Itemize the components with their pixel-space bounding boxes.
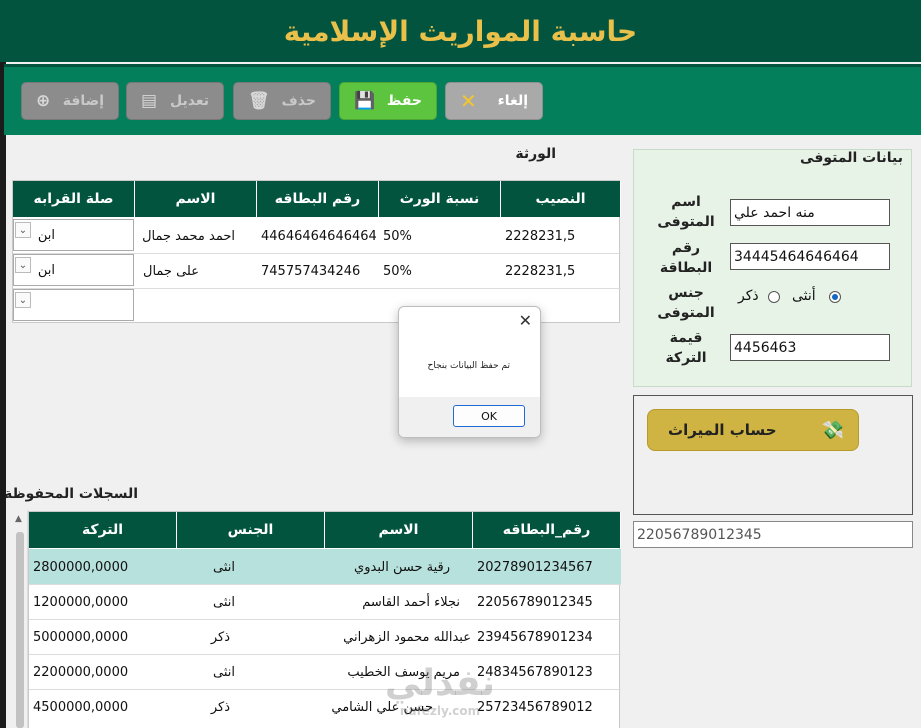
record-3-card[interactable]: 23945678901234 bbox=[473, 620, 621, 654]
record-5-gender[interactable]: ذكر bbox=[177, 690, 325, 724]
edit-form-icon: ▤ bbox=[141, 90, 158, 111]
add-button-label: إضافة bbox=[62, 93, 104, 109]
heir-2-share[interactable]: 2228231,5 bbox=[501, 254, 621, 288]
watermark-logo: نفذلي nafezly.com bbox=[380, 664, 500, 724]
heir-1-share[interactable]: 2228231,5 bbox=[501, 219, 621, 253]
estate-value-label: قيمة التركة bbox=[665, 330, 707, 366]
female-radio[interactable] bbox=[829, 291, 841, 303]
result-field[interactable]: 22056789012345 bbox=[633, 521, 913, 548]
app-title-bar: حاسبة المواريث الإسلامية bbox=[0, 0, 921, 62]
heirs-col-relation[interactable]: صلة القرابه bbox=[13, 181, 135, 217]
record-4-gender[interactable]: انثى bbox=[177, 655, 325, 689]
male-radio-label: ذكر bbox=[738, 288, 759, 304]
records-section-title: السجلات المحفوظة bbox=[3, 486, 138, 502]
record-3-name[interactable]: عبدالله محمود الزهراني bbox=[325, 620, 473, 654]
close-icon[interactable]: ✕ bbox=[519, 311, 532, 330]
app-title: حاسبة المواريث الإسلامية bbox=[283, 14, 638, 48]
add-button[interactable]: ⊕ إضافة bbox=[21, 82, 119, 120]
heirs-section-title: الورثة bbox=[515, 146, 556, 162]
heirs-col-share[interactable]: النصيب bbox=[501, 181, 621, 217]
deceased-name-label: اسم المتوفى bbox=[657, 194, 715, 230]
ok-button[interactable]: OK bbox=[453, 405, 525, 427]
heirs-grid: النصيب نسبة الورث رقم البطاقه الاسم صلة … bbox=[12, 180, 621, 323]
chevron-down-icon: ⌄ bbox=[15, 222, 31, 238]
trash-icon: 🗑 bbox=[248, 90, 270, 111]
chevron-down-icon: ⌄ bbox=[15, 292, 31, 308]
deceased-name-input[interactable]: منه احمد علي bbox=[730, 199, 890, 226]
heir-1-relation: ابن bbox=[37, 227, 55, 243]
dialog-message: تم حفظ البيانات بنجاح bbox=[427, 361, 510, 371]
floppy-disk-icon: 💾 bbox=[354, 90, 376, 111]
calculation-panel: حساب الميراث 💸 bbox=[633, 395, 913, 515]
edit-button[interactable]: ▤ تعديل bbox=[126, 82, 224, 120]
male-radio[interactable] bbox=[768, 291, 780, 303]
save-button[interactable]: 💾 حفظ bbox=[339, 82, 437, 120]
deceased-gender-label: جنس المتوفى bbox=[657, 285, 715, 321]
cancel-button[interactable]: ✕ إلغاء bbox=[445, 82, 543, 120]
deceased-card-label: رقم البطاقة bbox=[659, 240, 713, 276]
calculate-inheritance-button[interactable]: حساب الميراث 💸 bbox=[647, 409, 859, 451]
heir-1-relation-select[interactable]: ⌄ ابن bbox=[13, 219, 134, 251]
estate-value-input[interactable]: 4456463 bbox=[730, 334, 890, 361]
record-3-gender[interactable]: ذكر bbox=[177, 620, 325, 654]
heir-2-relation: ابن bbox=[37, 262, 55, 278]
records-col-name[interactable]: الاسم bbox=[325, 512, 473, 548]
record-2-card[interactable]: 22056789012345 bbox=[473, 585, 621, 619]
heir-1-ratio[interactable]: 50% bbox=[379, 219, 501, 253]
record-1-gender[interactable]: انثى bbox=[177, 550, 325, 584]
save-button-label: حفظ bbox=[386, 93, 422, 109]
record-1-name[interactable]: رقية حسن البدوي bbox=[325, 550, 473, 584]
heir-2-card[interactable]: 745757434246 bbox=[257, 254, 379, 288]
heirs-col-name[interactable]: الاسم bbox=[135, 181, 257, 217]
record-5-estate[interactable]: 4500000,0000 bbox=[29, 690, 177, 724]
watermark-text: نفذلي bbox=[384, 663, 496, 704]
heir-2-name[interactable]: على جمال bbox=[135, 254, 257, 288]
record-2-name[interactable]: نجلاء أحمد القاسم bbox=[325, 585, 473, 619]
records-col-estate[interactable]: التركة bbox=[29, 512, 177, 548]
edit-button-label: تعديل bbox=[170, 93, 209, 109]
scrollbar-thumb[interactable] bbox=[16, 532, 24, 728]
heirs-col-card[interactable]: رقم البطاقه bbox=[257, 181, 379, 217]
heir-2-relation-select[interactable]: ⌄ ابن bbox=[13, 254, 134, 286]
scroll-up-arrow-icon[interactable]: ▲ bbox=[15, 514, 22, 524]
deceased-card-input[interactable]: 34445464646464 bbox=[730, 243, 890, 270]
records-grid: رقم_البطاقه الاسم الجنس التركة 202789012… bbox=[28, 511, 621, 728]
money-icon: 💸 bbox=[821, 419, 844, 441]
record-1-estate[interactable]: 2800000,0000 bbox=[29, 550, 177, 584]
new-heir-relation-select[interactable]: ⌄ bbox=[13, 289, 134, 321]
heir-1-name[interactable]: احمد محمد جمال bbox=[135, 219, 257, 253]
records-col-card[interactable]: رقم_البطاقه bbox=[473, 512, 621, 548]
delete-button-label: حذف bbox=[281, 93, 316, 109]
chevron-down-icon: ⌄ bbox=[15, 257, 31, 273]
record-4-estate[interactable]: 2200000,0000 bbox=[29, 655, 177, 689]
save-success-dialog: ✕ تم حفظ البيانات بنجاح OK bbox=[398, 306, 541, 438]
calculate-button-label: حساب الميراث bbox=[668, 421, 777, 439]
dialog-footer: OK bbox=[399, 397, 540, 437]
heir-2-ratio[interactable]: 50% bbox=[379, 254, 501, 288]
delete-button[interactable]: 🗑 حذف bbox=[233, 82, 331, 120]
deceased-info-panel: بيانات المتوفى اسم المتوفى منه احمد علي … bbox=[633, 149, 912, 387]
female-radio-label: أنثى bbox=[792, 288, 816, 304]
record-3-estate[interactable]: 5000000,0000 bbox=[29, 620, 177, 654]
watermark-url: nafezly.com bbox=[399, 704, 481, 718]
record-2-estate[interactable]: 1200000,0000 bbox=[29, 585, 177, 619]
toolbar: ⊕ إضافة ▤ تعديل 🗑 حذف 💾 حفظ ✕ إلغاء bbox=[4, 64, 921, 135]
plus-circle-icon: ⊕ bbox=[36, 90, 51, 111]
record-2-gender[interactable]: انثى bbox=[177, 585, 325, 619]
records-col-gender[interactable]: الجنس bbox=[177, 512, 325, 548]
record-1-card[interactable]: 20278901234567 bbox=[473, 550, 621, 584]
x-mark-icon: ✕ bbox=[460, 89, 477, 113]
heir-1-card[interactable]: 44646464646464 bbox=[257, 219, 379, 253]
deceased-panel-title: بيانات المتوفى bbox=[800, 150, 903, 166]
heirs-col-ratio[interactable]: نسبة الورث bbox=[379, 181, 501, 217]
cancel-button-label: إلغاء bbox=[497, 93, 528, 109]
records-scrollbar[interactable]: ▲ bbox=[12, 510, 28, 728]
